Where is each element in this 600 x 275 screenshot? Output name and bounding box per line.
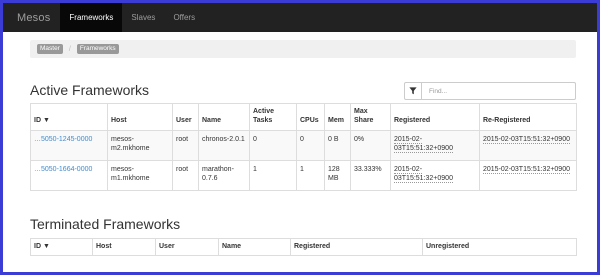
col-name[interactable]: Name (198, 103, 250, 131)
cell-registered: 2015-02-03T15:51:32+0900 (390, 159, 480, 191)
cell-user: root (172, 159, 199, 191)
cell-id: …5050-1245-0000 (30, 129, 108, 161)
filter-icon[interactable] (404, 82, 422, 100)
breadcrumb-master[interactable]: Master (37, 43, 63, 55)
cell-name: chronos-2.0.1 (198, 129, 250, 161)
reregistered-time: 2015-02-03T15:51:32+0900 (483, 165, 570, 174)
nav-slaves[interactable]: Slaves (122, 3, 164, 32)
cell-share: 33.333% (350, 159, 391, 191)
cell-host: mesos-m1.mkhome (107, 159, 173, 191)
col-reregistered[interactable]: Re-Registered (479, 103, 577, 131)
col-name[interactable]: Name (218, 238, 291, 256)
framework-id-link[interactable]: …5050-1245-0000 (34, 136, 92, 143)
cell-id: …5050-1664-0000 (30, 159, 108, 191)
cell-share: 0% (350, 129, 391, 161)
active-frameworks-table: ID ▼ Host User Name Active Tasks CPUs Me… (30, 103, 577, 191)
table-header-row: ID ▼ Host User Name Active Tasks CPUs Me… (30, 103, 577, 131)
nav-frameworks[interactable]: Frameworks (60, 3, 123, 32)
breadcrumb: Master / Frameworks (30, 40, 576, 58)
col-mem[interactable]: Mem (324, 103, 351, 131)
cell-name: marathon-0.7.6 (198, 159, 250, 191)
col-registered[interactable]: Registered (390, 103, 480, 131)
terminated-frameworks-heading: Terminated Frameworks (30, 216, 181, 232)
cell-tasks: 1 (249, 159, 297, 191)
nav-offers[interactable]: Offers (164, 3, 204, 32)
col-user[interactable]: User (155, 238, 219, 256)
cell-mem: 0 B (324, 129, 351, 161)
col-cpus[interactable]: CPUs (296, 103, 325, 131)
col-unregistered[interactable]: Unregistered (422, 238, 577, 256)
cell-tasks: 0 (249, 129, 297, 161)
cell-cpus: 0 (296, 129, 325, 161)
breadcrumb-frameworks: Frameworks (76, 43, 119, 55)
table-row: …5050-1245-0000 mesos-m2.mkhome root chr… (30, 129, 577, 161)
col-user[interactable]: User (172, 103, 199, 131)
framework-id-link[interactable]: …5050-1664-0000 (34, 166, 92, 173)
col-active-tasks[interactable]: Active Tasks (249, 103, 297, 131)
registered-time: 2015-02-03T15:51:32+0900 (394, 165, 453, 184)
cell-cpus: 1 (296, 159, 325, 191)
col-max-share[interactable]: Max Share (350, 103, 391, 131)
col-id[interactable]: ID ▼ (30, 238, 93, 256)
breadcrumb-separator: / (68, 45, 71, 53)
reregistered-time: 2015-02-03T15:51:32+0900 (483, 135, 570, 144)
cell-reregistered: 2015-02-03T15:51:32+0900 (479, 159, 577, 191)
col-host[interactable]: Host (107, 103, 173, 131)
cell-user: root (172, 129, 199, 161)
page-frame: Mesos Frameworks Slaves Offers Master / … (3, 3, 597, 272)
col-id[interactable]: ID ▼ (30, 103, 108, 131)
cell-registered: 2015-02-03T15:51:32+0900 (390, 129, 480, 161)
cell-mem: 128 MB (324, 159, 351, 191)
brand-logo[interactable]: Mesos (3, 3, 60, 32)
col-registered[interactable]: Registered (290, 238, 423, 256)
table-row: …5050-1664-0000 mesos-m1.mkhome root mar… (30, 159, 577, 191)
col-host[interactable]: Host (92, 238, 156, 256)
filter-box (404, 82, 576, 100)
cell-host: mesos-m2.mkhome (107, 129, 173, 161)
filter-input[interactable] (422, 82, 576, 100)
top-navbar: Mesos Frameworks Slaves Offers (3, 3, 597, 32)
terminated-frameworks-table: ID ▼ Host User Name Registered Unregiste… (30, 238, 577, 256)
cell-reregistered: 2015-02-03T15:51:32+0900 (479, 129, 577, 161)
registered-time: 2015-02-03T15:51:32+0900 (394, 135, 453, 154)
active-frameworks-heading: Active Frameworks (30, 82, 150, 98)
table-header-row: ID ▼ Host User Name Registered Unregiste… (30, 238, 577, 256)
